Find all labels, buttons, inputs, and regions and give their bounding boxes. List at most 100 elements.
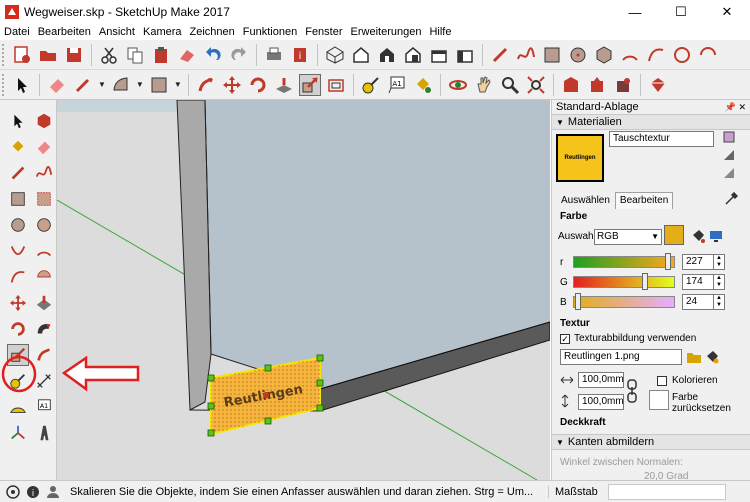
tab-bearbeiten[interactable]: Bearbeiten bbox=[614, 192, 674, 209]
cut-icon[interactable] bbox=[98, 44, 120, 66]
pencil-tool-icon[interactable] bbox=[72, 74, 94, 96]
view-iso-icon[interactable] bbox=[324, 44, 346, 66]
tape-measure-icon[interactable] bbox=[360, 74, 382, 96]
material-swatch[interactable]: Reutlingen bbox=[556, 134, 604, 182]
color-picker-select[interactable]: RGB ▼ bbox=[594, 229, 662, 245]
circle-tool-icon[interactable] bbox=[567, 44, 589, 66]
eyedropper-icon[interactable] bbox=[724, 192, 738, 206]
menu-hilfe[interactable]: Hilfe bbox=[425, 26, 455, 38]
text-tool-icon[interactable]: A1 bbox=[386, 74, 408, 96]
arc-tool-icon[interactable] bbox=[7, 240, 29, 262]
chevron-down-icon[interactable]: ▼ bbox=[136, 80, 144, 89]
menu-funktionen[interactable]: Funktionen bbox=[239, 26, 301, 38]
warehouse-icon[interactable] bbox=[560, 74, 582, 96]
home-material-icon[interactable] bbox=[722, 166, 736, 180]
match-color-icon[interactable] bbox=[690, 228, 706, 244]
select-tool-icon[interactable] bbox=[11, 74, 33, 96]
toolbar-grip[interactable] bbox=[2, 73, 5, 96]
toolbar-grip[interactable] bbox=[2, 43, 5, 66]
menu-erweiterungen[interactable]: Erweiterungen bbox=[347, 26, 426, 38]
geo-location-icon[interactable] bbox=[6, 484, 20, 499]
minimize-button[interactable]: — bbox=[612, 0, 658, 24]
view-back-icon[interactable] bbox=[428, 44, 450, 66]
erase-icon[interactable] bbox=[176, 44, 198, 66]
menu-ansicht[interactable]: Ansicht bbox=[95, 26, 139, 38]
channel-r-spinner[interactable]: ▲ ▼ bbox=[713, 254, 725, 270]
make-component-icon[interactable] bbox=[33, 110, 55, 132]
menu-zeichnen[interactable]: Zeichnen bbox=[186, 26, 239, 38]
line-tool-icon[interactable] bbox=[7, 162, 29, 184]
texture-height-field[interactable]: 100,0mm bbox=[578, 394, 624, 410]
redo-icon[interactable] bbox=[228, 44, 250, 66]
pie-tool-icon[interactable] bbox=[697, 44, 719, 66]
materials-panel-header[interactable]: ▼ Materialien bbox=[552, 114, 750, 130]
lock-aspect-icon[interactable] bbox=[626, 378, 638, 404]
rotate-tool-icon[interactable] bbox=[247, 74, 269, 96]
texture-width-field[interactable]: 100,0mm bbox=[578, 372, 624, 388]
maximize-button[interactable]: ☐ bbox=[658, 0, 704, 24]
measurements-field[interactable] bbox=[608, 483, 726, 500]
zoom-extents-icon[interactable] bbox=[525, 74, 547, 96]
pin-icon[interactable]: 📌 ✕ bbox=[725, 102, 746, 113]
polygon-tool-icon[interactable] bbox=[593, 44, 615, 66]
chevron-down-icon[interactable]: ▼ bbox=[174, 80, 182, 89]
view-front-icon[interactable] bbox=[376, 44, 398, 66]
eraser-tool-icon[interactable] bbox=[33, 136, 55, 158]
reset-color-button[interactable] bbox=[649, 390, 669, 410]
open-file-icon[interactable] bbox=[37, 44, 59, 66]
freehand-tool-icon[interactable] bbox=[33, 162, 55, 184]
line-tool-icon[interactable] bbox=[489, 44, 511, 66]
ruby-console-icon[interactable] bbox=[647, 74, 669, 96]
shapes-group-icon[interactable] bbox=[148, 74, 170, 96]
new-file-icon[interactable] bbox=[11, 44, 33, 66]
eraser-tool-icon[interactable] bbox=[46, 74, 68, 96]
channel-g-value[interactable]: 174 bbox=[682, 274, 714, 290]
menu-fenster[interactable]: Fenster bbox=[301, 26, 346, 38]
three-point-arc-icon[interactable] bbox=[7, 266, 29, 288]
channel-g-spinner[interactable]: ▲ ▼ bbox=[713, 274, 725, 290]
model-viewport[interactable]: Reutlingen bbox=[57, 100, 550, 480]
rectangle-tool-icon[interactable] bbox=[541, 44, 563, 66]
texture-file-field[interactable]: Reutlingen 1.png bbox=[560, 349, 682, 365]
print-icon[interactable] bbox=[263, 44, 285, 66]
push-pull-icon[interactable] bbox=[33, 292, 55, 314]
view-top-icon[interactable] bbox=[350, 44, 372, 66]
axes-tool-icon[interactable] bbox=[7, 422, 29, 444]
channel-b-spinner[interactable]: ▲ ▼ bbox=[713, 294, 725, 310]
channel-b-value[interactable]: 24 bbox=[682, 294, 714, 310]
move-tool-icon[interactable] bbox=[7, 292, 29, 314]
two-point-arc-icon[interactable] bbox=[645, 44, 667, 66]
select-tool-icon[interactable] bbox=[7, 110, 29, 132]
paste-icon[interactable] bbox=[150, 44, 172, 66]
display-secondary-icon[interactable] bbox=[722, 130, 736, 144]
pan-icon[interactable] bbox=[473, 74, 495, 96]
slider-g[interactable] bbox=[573, 276, 675, 288]
push-pull-icon[interactable] bbox=[195, 74, 217, 96]
circle-tool-icon[interactable] bbox=[7, 214, 29, 236]
extension-warehouse-icon[interactable] bbox=[612, 74, 634, 96]
follow-me-icon[interactable] bbox=[273, 74, 295, 96]
share-model-icon[interactable] bbox=[586, 74, 608, 96]
two-point-arc-icon[interactable] bbox=[33, 240, 55, 262]
channel-r-value[interactable]: 227 bbox=[682, 254, 714, 270]
material-name-field[interactable]: Tauschtextur bbox=[609, 131, 714, 147]
view-right-icon[interactable] bbox=[402, 44, 424, 66]
freehand-tool-icon[interactable] bbox=[515, 44, 537, 66]
arc-group-icon[interactable] bbox=[110, 74, 132, 96]
chevron-down-icon[interactable]: ▼ bbox=[98, 80, 106, 89]
view-left-icon[interactable] bbox=[454, 44, 476, 66]
arc-tool-icon[interactable] bbox=[619, 44, 641, 66]
info-icon[interactable]: i bbox=[26, 485, 40, 499]
create-material-icon[interactable] bbox=[722, 148, 736, 162]
polygon-tool-icon[interactable] bbox=[33, 214, 55, 236]
menu-datei[interactable]: Datei bbox=[0, 26, 34, 38]
folder-icon[interactable] bbox=[686, 349, 702, 365]
tab-auswaehlen[interactable]: Auswählen bbox=[556, 192, 615, 209]
colorize-checkbox[interactable] bbox=[657, 376, 667, 386]
pie-tool-icon[interactable] bbox=[33, 266, 55, 288]
close-button[interactable]: ✕ bbox=[704, 0, 750, 24]
user-icon[interactable] bbox=[46, 485, 60, 499]
three-point-arc-icon[interactable] bbox=[671, 44, 693, 66]
rectangle-tool-icon[interactable] bbox=[7, 188, 29, 210]
paint-bucket-icon[interactable] bbox=[7, 136, 29, 158]
